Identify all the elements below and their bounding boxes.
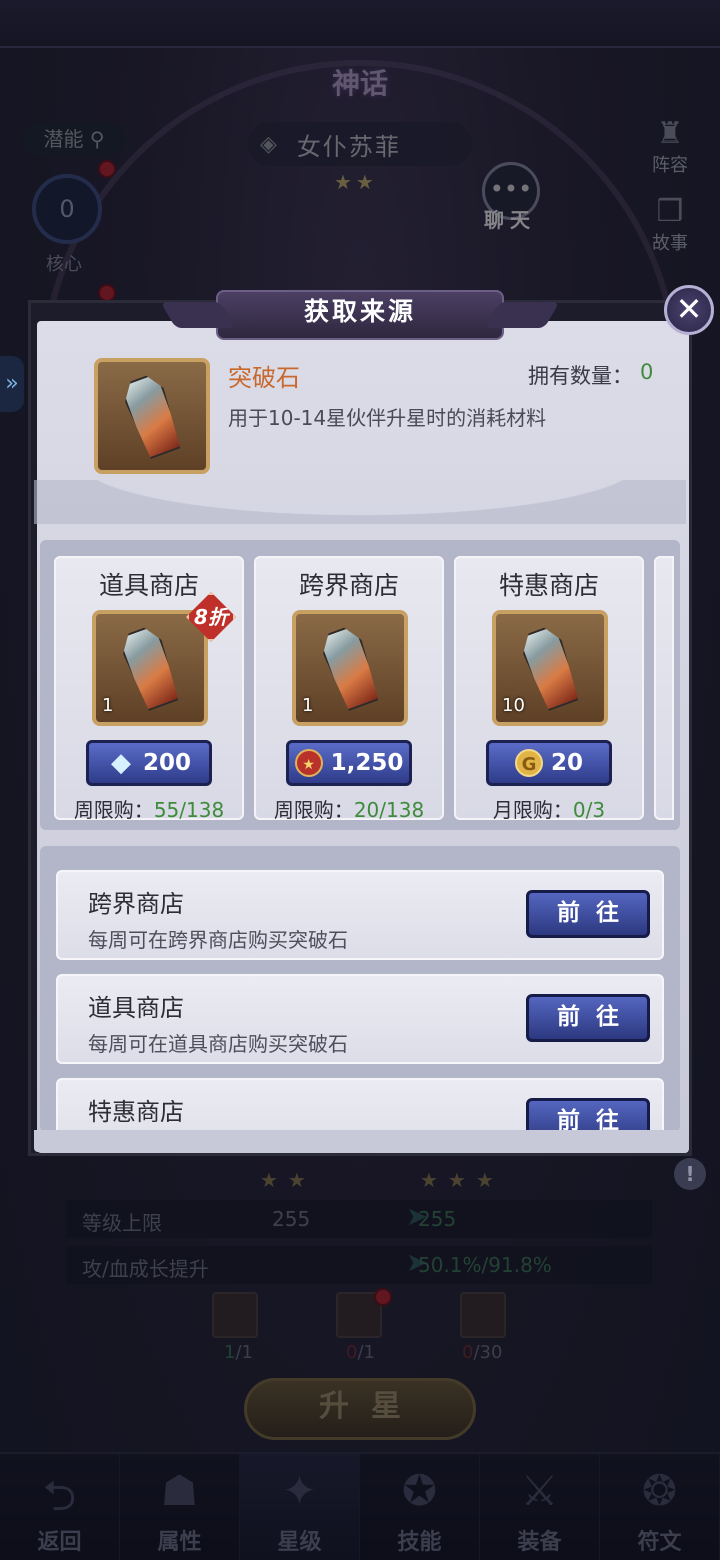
item-description: 用于10-14星伙伴升星时的消耗材料	[228, 406, 547, 430]
shop-item-slot: 1	[92, 610, 208, 726]
breakthrough-stone-icon	[117, 623, 183, 712]
source-list[interactable]: 跨界商店 每周可在跨界商店购买突破石 前往 道具商店 每周可在道具商店购买突破石…	[40, 846, 680, 1132]
go-button[interactable]: 前往	[526, 890, 650, 938]
dialog-footer	[34, 1130, 686, 1152]
breakthrough-stone-icon	[317, 623, 383, 712]
shop-item-slot: 1	[292, 610, 408, 726]
go-button[interactable]: 前往	[526, 994, 650, 1042]
list-item: 道具商店 每周可在道具商店购买突破石 前往	[56, 974, 664, 1064]
purchase-limit: 周限购：55/138	[73, 798, 225, 822]
medal-icon: ★	[294, 749, 323, 777]
item-quantity: 1	[102, 695, 114, 716]
owned-label: 拥有数量：	[528, 364, 633, 388]
go-button[interactable]: 前往	[526, 1098, 650, 1132]
price-button[interactable]: ★ 1,250	[286, 740, 412, 786]
price-button[interactable]: ◆ 200	[86, 740, 212, 786]
expand-arrow-icon[interactable]: »	[0, 356, 24, 412]
price-value: 20	[550, 750, 583, 776]
shop-item-slot: 10	[492, 610, 608, 726]
dialog-title: 获取来源	[216, 290, 504, 340]
list-item: 特惠商店 前往	[56, 1078, 664, 1132]
shop-card-partial[interactable]	[654, 556, 674, 820]
source-name: 特惠商店	[88, 1098, 184, 1126]
item-quantity: 10	[502, 695, 525, 716]
shop-card-title: 特惠商店	[498, 571, 599, 600]
close-button[interactable]: ✕	[664, 285, 714, 335]
source-name: 道具商店	[88, 994, 184, 1022]
shop-card-special-shop[interactable]: 特惠商店 10 G 20 月限购：0/3	[454, 556, 644, 822]
price-value: 1,250	[330, 750, 404, 776]
diamond-icon: ◆	[110, 748, 131, 778]
item-quantity: 1	[302, 695, 314, 716]
shop-card-cross-shop[interactable]: 跨界商店 1 ★ 1,250 周限购：20/138	[254, 556, 444, 822]
shop-card-title: 跨界商店	[298, 571, 399, 600]
breakthrough-stone-icon	[517, 623, 583, 712]
help-icon[interactable]: !	[674, 1158, 706, 1190]
purchase-limit: 月限购：0/3	[492, 798, 606, 822]
item-name: 突破石	[228, 364, 300, 392]
price-value: 200	[142, 750, 191, 776]
source-description: 每周可在道具商店购买突破石	[88, 1032, 348, 1056]
source-name: 跨界商店	[88, 890, 184, 918]
breakthrough-stone-icon	[119, 371, 185, 460]
purchase-limit: 周限购：20/138	[273, 798, 425, 822]
owned-value: 0	[640, 360, 654, 384]
gold-coin-icon: G	[514, 749, 543, 777]
section-divider	[34, 480, 686, 524]
list-item: 跨界商店 每周可在跨界商店购买突破石 前往	[56, 870, 664, 960]
close-icon: ✕	[675, 290, 703, 328]
item-icon-slot	[94, 358, 210, 474]
price-button[interactable]: G 20	[486, 740, 612, 786]
shop-card-item-shop[interactable]: 道具商店 1 8折 ◆ 200 周限购：55/138	[54, 556, 244, 822]
source-description: 每周可在跨界商店购买突破石	[88, 928, 348, 952]
